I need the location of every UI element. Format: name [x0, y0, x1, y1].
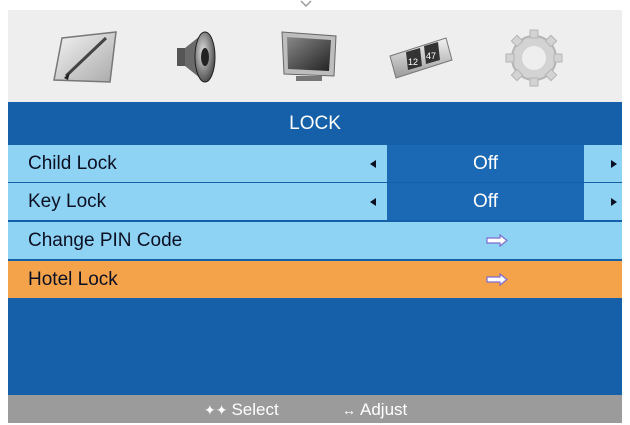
menu-category-bar: 12 47 [8, 10, 622, 102]
menu-row-change-pin-code[interactable]: Change PIN Code [8, 222, 622, 259]
clock-icon-hour: 12 [408, 57, 418, 67]
child-lock-value[interactable]: Off [387, 145, 584, 182]
left-arrow-icon[interactable] [370, 198, 376, 206]
clock-icon[interactable]: 12 47 [386, 26, 456, 88]
select-hint: ✦✦ Select [204, 395, 279, 425]
select-hint-label: Select [231, 400, 279, 419]
left-right-arrows-icon: ↔ [342, 402, 356, 418]
menu-row-label: Child Lock [28, 153, 117, 174]
adjust-hint-label: Adjust [360, 400, 408, 419]
left-arrow-icon[interactable] [370, 160, 376, 168]
footer-hint-bar: ✦✦ Select ↔ Adjust [8, 395, 622, 423]
key-lock-value[interactable]: Off [387, 183, 584, 220]
screen-icon[interactable] [274, 26, 344, 88]
menu-row-label: Key Lock [28, 191, 107, 212]
up-down-arrows-icon: ✦✦ [204, 402, 228, 418]
menu-row-hotel-lock[interactable]: Hotel Lock [8, 261, 622, 298]
clock-icon-minute: 47 [426, 51, 436, 61]
right-arrow-icon[interactable] [611, 160, 617, 168]
adjust-hint: ↔ Adjust [342, 395, 407, 425]
right-arrow-icon[interactable] [611, 198, 617, 206]
enter-arrow-icon[interactable] [486, 273, 508, 286]
settings-gear-icon[interactable] [498, 26, 568, 88]
menu-row-child-lock[interactable]: Child Lock Off [8, 145, 622, 182]
sound-icon[interactable] [161, 26, 231, 88]
menu-row-label: Change PIN Code [28, 230, 183, 251]
lock-menu-panel: LOCK Child Lock Off Key Lock Off Change … [8, 102, 622, 395]
menu-row-key-lock[interactable]: Key Lock Off [8, 183, 622, 220]
picture-icon[interactable] [50, 26, 120, 88]
enter-arrow-icon[interactable] [486, 234, 508, 247]
menu-row-label: Hotel Lock [28, 269, 118, 290]
top-tick-icon [300, 0, 312, 8]
menu-title: LOCK [289, 113, 341, 134]
